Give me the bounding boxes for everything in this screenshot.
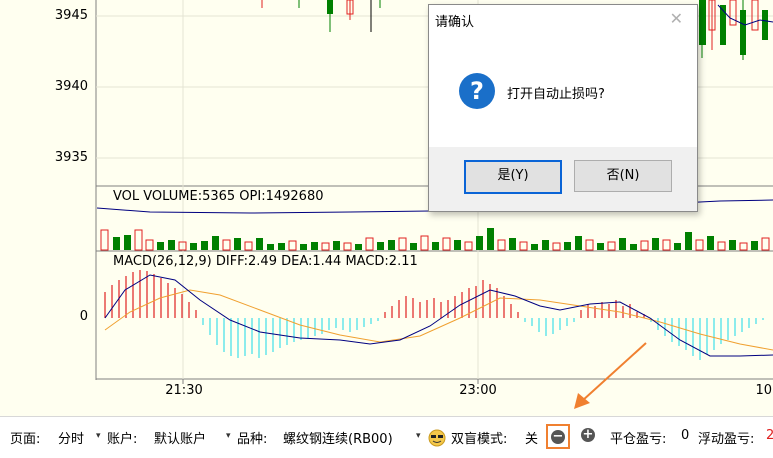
decrease-button[interactable]: −	[546, 424, 570, 449]
time-label-2130: 21:30	[165, 383, 203, 398]
confirm-dialog: 请确认 ✕ ? 打开自动止损吗? 是(Y) 否(N)	[428, 4, 698, 212]
dialog-title: 请确认	[435, 15, 475, 30]
dialog-message: 打开自动止损吗?	[507, 87, 605, 102]
status-bar: 页面: 分时 ▾ 账户: 默认账户 ▾ 品种: 螺纹钢连续(RB00) ▾ 双盲…	[0, 416, 773, 458]
page-dropdown[interactable]: 分时	[58, 428, 84, 447]
blind-mode-label: 双盲模式:	[451, 432, 508, 447]
price-label-3940: 3940	[54, 79, 88, 94]
yes-button[interactable]: 是(Y)	[464, 160, 562, 194]
float-pnl-label: 浮动盈亏:	[698, 432, 755, 447]
sunglasses-icon	[428, 429, 446, 447]
price-label-3945: 3945	[54, 8, 88, 23]
float-pnl-value: 2	[766, 428, 773, 443]
diff-line	[104, 274, 773, 357]
time-label-10: 10:	[755, 383, 773, 398]
close-pnl-label: 平仓盈亏:	[610, 432, 667, 447]
close-icon[interactable]: ✕	[670, 9, 683, 28]
no-button[interactable]: 否(N)	[574, 160, 672, 192]
time-label-2300: 23:00	[459, 383, 497, 398]
page-label: 页面:	[10, 432, 41, 447]
account-label: 账户:	[107, 432, 138, 447]
annotation-arrow	[574, 342, 647, 409]
price-label-3935: 3935	[54, 150, 88, 165]
macd-zero-label: 0	[79, 309, 88, 324]
product-dropdown[interactable]: 螺纹钢连续(RB00)	[283, 428, 393, 447]
macd-panel-label: MACD(26,12,9) DIFF:2.49 DEA:1.44 MACD:2.…	[113, 254, 418, 269]
plus-icon[interactable]: +	[581, 428, 595, 442]
blind-mode-value: 关	[525, 432, 539, 447]
product-label: 品种:	[237, 432, 268, 447]
vol-panel-label: VOL VOLUME:5365 OPI:1492680	[113, 189, 324, 204]
minus-icon: −	[551, 429, 565, 444]
macd-histogram	[104, 270, 764, 360]
close-pnl-value: 0	[681, 428, 690, 443]
question-icon: ?	[459, 73, 495, 109]
account-dropdown[interactable]: 默认账户	[154, 428, 206, 447]
account-caret-icon[interactable]: ▾	[226, 431, 231, 441]
page-caret-icon[interactable]: ▾	[96, 431, 101, 441]
product-caret-icon[interactable]: ▾	[416, 431, 421, 441]
